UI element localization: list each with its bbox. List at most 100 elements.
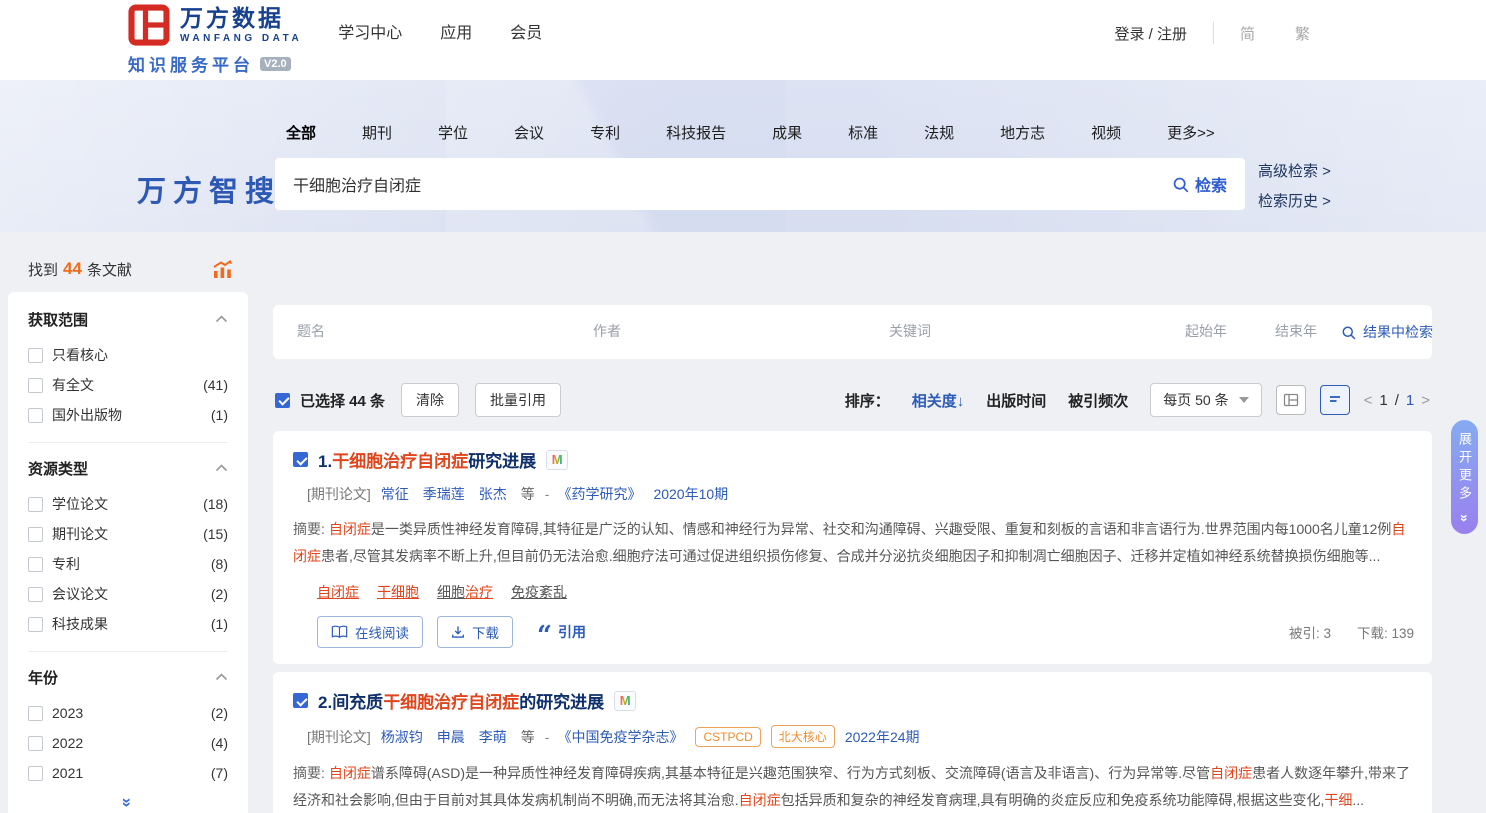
batch-cite-button[interactable]: 批量引用: [475, 383, 561, 417]
journal-link[interactable]: 《药学研究》: [557, 484, 641, 504]
filter-panel: 获取范围 只看核心 有全文 (41) 国外出版物: [8, 292, 248, 813]
tab-all[interactable]: 全部: [286, 122, 316, 143]
result-item-2: 2.间充质干细胞治疗自闭症的研究进展 M [期刊论文] 杨淑钧 申晨 李萌 等 …: [273, 672, 1432, 813]
author-link[interactable]: 杨淑钧: [381, 727, 423, 747]
wanfang-logo-icon: [128, 4, 170, 46]
m-source-badge[interactable]: M: [546, 450, 568, 470]
nav-learning-center[interactable]: 学习中心: [338, 19, 402, 43]
filter-year-2022[interactable]: 2022 (4): [28, 728, 228, 758]
tab-regulation[interactable]: 法规: [924, 122, 954, 143]
filter-conference-paper[interactable]: 会议论文 (2): [28, 579, 228, 609]
author-link[interactable]: 常征: [381, 484, 409, 504]
filter-journal-article[interactable]: 期刊论文 (15): [28, 519, 228, 549]
tab-local-chronicle[interactable]: 地方志: [1000, 122, 1045, 143]
author-link[interactable]: 张杰: [479, 484, 507, 504]
checkbox[interactable]: [28, 617, 43, 632]
issue-label[interactable]: 2022年24期: [845, 727, 920, 747]
keyword-link[interactable]: 干细胞: [377, 582, 419, 602]
checkbox[interactable]: [28, 378, 43, 393]
checkbox[interactable]: [28, 408, 43, 423]
filter-tech-achievement[interactable]: 科技成果 (1): [28, 609, 228, 639]
checkbox[interactable]: [28, 736, 43, 751]
filter-year-2023[interactable]: 2023 (2): [28, 698, 228, 728]
filter-year-2021[interactable]: 2021 (7): [28, 758, 228, 788]
keyword-link[interactable]: 免疫紊乱: [511, 582, 567, 602]
chevron-up-icon[interactable]: [215, 464, 228, 472]
refine-title-input[interactable]: [297, 323, 555, 339]
select-all-checkbox[interactable]: [275, 393, 290, 408]
filter-fulltext[interactable]: 有全文 (41): [28, 370, 228, 400]
refine-author-input[interactable]: [593, 323, 851, 339]
nav-apps[interactable]: 应用: [440, 19, 472, 43]
refine-keyword-input[interactable]: [889, 323, 1147, 339]
doc-type-label: [期刊论文]: [307, 727, 371, 747]
refine-end-year-input[interactable]: [1275, 323, 1338, 339]
result-title[interactable]: 1.干细胞治疗自闭症研究进展: [318, 447, 536, 472]
current-page: 1: [1379, 392, 1387, 409]
lang-simplified[interactable]: 简: [1240, 23, 1255, 44]
filter-degree-thesis[interactable]: 学位论文 (18): [28, 489, 228, 519]
tab-degree[interactable]: 学位: [438, 122, 468, 143]
sort-by-relevance[interactable]: 相关度↓: [912, 390, 965, 411]
tab-conference[interactable]: 会议: [514, 122, 544, 143]
next-page-button[interactable]: >: [1421, 392, 1430, 409]
page-size-select[interactable]: 每页 50 条: [1150, 383, 1261, 417]
read-online-button[interactable]: 在线阅读: [317, 616, 423, 648]
result-checkbox[interactable]: [293, 452, 308, 467]
sort-by-cited-count[interactable]: 被引频次: [1068, 390, 1128, 411]
chevron-up-icon[interactable]: [215, 673, 228, 681]
filter-patent[interactable]: 专利 (8): [28, 549, 228, 579]
author-link[interactable]: 季瑞莲: [423, 484, 465, 504]
download-icon: [451, 625, 465, 639]
result-checkbox[interactable]: [293, 693, 308, 708]
filter-core-only[interactable]: 只看核心: [28, 340, 228, 370]
checkbox[interactable]: [28, 766, 43, 781]
layout-view-button[interactable]: [1276, 385, 1306, 415]
filter-foreign-publication[interactable]: 国外出版物 (1): [28, 400, 228, 430]
journal-link[interactable]: 《中国免疫学杂志》: [557, 727, 683, 747]
login-register-link[interactable]: 登录 / 注册: [1114, 23, 1187, 44]
tab-achievement[interactable]: 成果: [772, 122, 802, 143]
result-item-1: 1.干细胞治疗自闭症研究进展 M [期刊论文] 常征 季瑞莲 张杰 等 - 《药…: [273, 431, 1432, 664]
chevron-up-icon[interactable]: [215, 315, 228, 323]
nav-membership[interactable]: 会员: [510, 19, 542, 43]
search-history-link[interactable]: 检索历史 >: [1258, 190, 1331, 211]
refine-start-year-input[interactable]: [1185, 323, 1248, 339]
search-in-results-button[interactable]: 结果中检索: [1341, 322, 1433, 342]
author-link[interactable]: 李萌: [479, 727, 507, 747]
cite-button[interactable]: “ 引用: [537, 622, 586, 642]
checkbox[interactable]: [28, 587, 43, 602]
checkbox[interactable]: [28, 706, 43, 721]
tab-patent[interactable]: 专利: [590, 122, 620, 143]
sort-by-publish-date[interactable]: 出版时间: [986, 390, 1046, 411]
checkbox[interactable]: [28, 527, 43, 542]
doc-type-label: [期刊论文]: [307, 484, 371, 504]
author-link[interactable]: 申晨: [437, 727, 465, 747]
m-source-badge[interactable]: M: [614, 691, 636, 711]
checkbox[interactable]: [28, 348, 43, 363]
tab-journal[interactable]: 期刊: [362, 122, 392, 143]
list-view-button[interactable]: [1320, 385, 1350, 415]
keyword-link[interactable]: 细胞治疗: [437, 582, 493, 602]
tab-video[interactable]: 视频: [1091, 122, 1121, 143]
checkbox[interactable]: [28, 557, 43, 572]
search-input[interactable]: [293, 175, 1172, 193]
tab-more[interactable]: 更多>>: [1167, 122, 1215, 143]
expand-more-button[interactable]: 展开更多 »: [1451, 420, 1478, 534]
advanced-search-link[interactable]: 高级检索 >: [1258, 160, 1331, 181]
chevron-double-down-icon[interactable]: »: [120, 798, 137, 807]
statistics-chart-icon[interactable]: [212, 260, 234, 279]
tab-standard[interactable]: 标准: [848, 122, 878, 143]
main-search-box: 检索: [275, 158, 1245, 210]
checkbox[interactable]: [28, 497, 43, 512]
search-button[interactable]: 检索: [1172, 172, 1227, 196]
issue-label[interactable]: 2020年10期: [653, 484, 728, 504]
download-button[interactable]: 下载: [437, 616, 513, 648]
tab-tech-report[interactable]: 科技报告: [666, 122, 726, 143]
result-title[interactable]: 2.间充质干细胞治疗自闭症的研究进展: [318, 688, 604, 713]
clear-selection-button[interactable]: 清除: [401, 383, 459, 417]
wanfang-logo[interactable]: 万方数据 WANFANG DATA 知识服务平台 V2.0: [128, 4, 302, 76]
keyword-link[interactable]: 自闭症: [317, 582, 359, 602]
prev-page-button[interactable]: <: [1364, 392, 1373, 409]
lang-traditional[interactable]: 繁: [1295, 23, 1310, 44]
